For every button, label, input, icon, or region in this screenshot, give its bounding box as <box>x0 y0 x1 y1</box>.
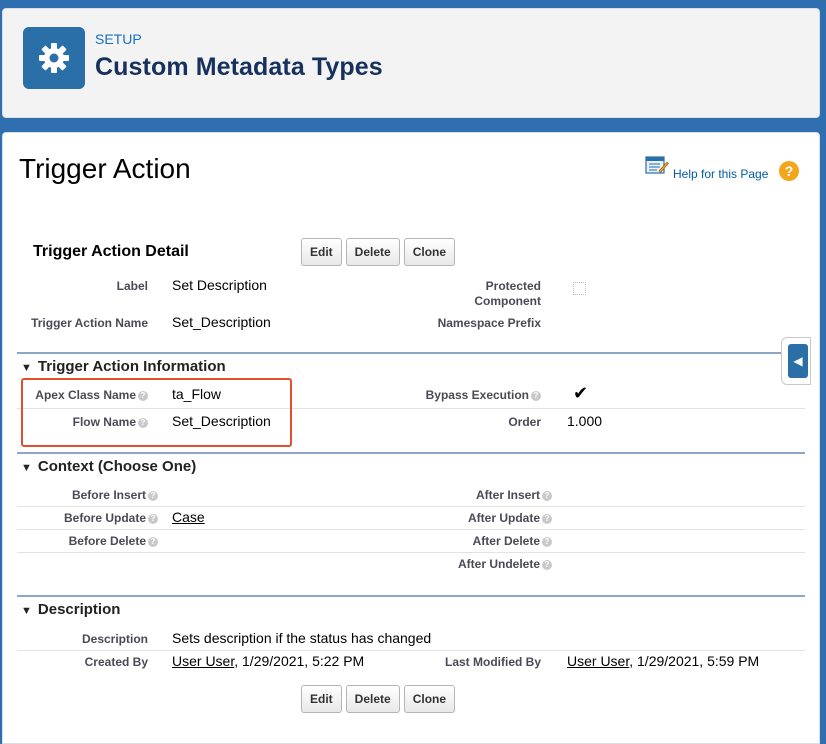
protected-component-checkbox <box>573 282 586 295</box>
help-link[interactable]: Help for this Page <box>645 155 768 181</box>
bottom-button-row: Edit Delete Clone <box>301 685 456 713</box>
info-icon[interactable]: ? <box>542 559 552 570</box>
modified-by-user-link[interactable]: User User <box>567 653 629 669</box>
description-row: Description Sets description if the stat… <box>17 629 805 651</box>
modified-by-date: , 1/29/2021, 5:59 PM <box>629 653 760 669</box>
section-title: Description <box>37 601 121 618</box>
page-header: SETUP Custom Metadata Types <box>2 8 820 118</box>
after-undelete-label: After Undelete <box>457 557 540 571</box>
context-row-delete: Before Delete? After Delete? <box>17 531 805 553</box>
after-undelete-label-wrap: After Undelete? <box>397 557 552 571</box>
description-value: Sets description if the status has chang… <box>172 630 432 646</box>
bypass-execution-checkmark-icon: ✔ <box>573 383 589 403</box>
order-label: Order <box>508 415 541 429</box>
section-description[interactable]: ▼ Description <box>17 595 805 621</box>
collapse-triangle-icon[interactable]: ▼ <box>21 605 32 617</box>
order-value: 1.000 <box>567 413 603 429</box>
info-icon[interactable]: ? <box>148 513 158 524</box>
page-title: Trigger Action <box>19 153 191 184</box>
created-by-value: User User, 1/29/2021, 5:22 PM <box>172 653 364 669</box>
before-insert-label: Before Insert <box>71 488 146 502</box>
description-label: Description <box>81 632 148 646</box>
after-delete-label-wrap: After Delete? <box>397 534 552 548</box>
trigger-action-name-value: Set_Description <box>172 314 271 330</box>
help-question-icon[interactable]: ? <box>779 161 799 181</box>
annotation-highlight-box <box>21 378 292 447</box>
after-insert-label: After Insert <box>475 488 540 502</box>
info-icon[interactable]: ? <box>148 490 158 501</box>
before-delete-label-wrap: Before Delete? <box>17 534 158 548</box>
chevron-left-icon[interactable]: ◀ <box>788 344 808 378</box>
context-row-update: Before Update? Case After Update? <box>17 508 805 530</box>
before-update-value: Case <box>172 509 205 525</box>
after-delete-label: After Delete <box>472 534 540 548</box>
info-icon[interactable]: ? <box>148 536 158 547</box>
last-modified-by-value: User User, 1/29/2021, 5:59 PM <box>567 653 759 669</box>
help-link-text[interactable]: Help for this Page <box>673 167 768 181</box>
before-insert-label-wrap: Before Insert? <box>17 488 158 502</box>
delete-button[interactable]: Delete <box>345 685 400 713</box>
before-update-label-wrap: Before Update? <box>17 511 158 525</box>
detail-title: Trigger Action Detail <box>33 243 189 260</box>
gear-icon <box>23 27 85 89</box>
after-update-label-wrap: After Update? <box>397 511 552 525</box>
audit-row: Created By User User, 1/29/2021, 5:22 PM… <box>17 652 805 674</box>
edit-button[interactable]: Edit <box>301 685 342 713</box>
before-update-label: Before Update <box>63 511 146 525</box>
edit-button[interactable]: Edit <box>301 238 342 266</box>
namespace-prefix-label: Namespace Prefix <box>437 316 541 330</box>
info-icon[interactable]: ? <box>542 513 552 524</box>
section-title: Trigger Action Information <box>37 358 226 375</box>
section-title: Context (Choose One) <box>37 458 197 475</box>
created-by-user-link[interactable]: User User <box>172 653 234 669</box>
label-field-label: Label <box>116 279 148 293</box>
section-trigger-action-information[interactable]: ▼ Trigger Action Information <box>17 352 805 378</box>
header-title: Custom Metadata Types <box>95 53 383 81</box>
collapse-triangle-icon[interactable]: ▼ <box>21 462 32 474</box>
trigger-action-name-label: Trigger Action Name <box>31 316 148 330</box>
main-panel: Trigger Action Help for this Page ? Trig… <box>2 132 820 744</box>
setup-breadcrumb[interactable]: SETUP <box>95 31 142 47</box>
last-modified-by-label: Last Modified By <box>444 655 541 669</box>
detail-row-label: Label Set Description Protected Componen… <box>17 277 805 311</box>
clone-button[interactable]: Clone <box>403 685 456 713</box>
protected-component-label: Protected Component <box>474 279 541 308</box>
context-row-undelete: After Undelete? <box>17 554 805 576</box>
clone-button[interactable]: Clone <box>403 238 456 266</box>
before-delete-label: Before Delete <box>68 534 146 548</box>
created-by-date: , 1/29/2021, 5:22 PM <box>234 653 365 669</box>
context-row-insert: Before Insert? After Insert? <box>17 485 805 507</box>
top-button-row: Edit Delete Clone <box>301 238 456 266</box>
help-document-icon <box>645 155 669 181</box>
bypass-execution-label: Bypass Execution <box>425 388 529 402</box>
delete-button[interactable]: Delete <box>345 238 400 266</box>
label-field-value: Set Description <box>172 277 267 293</box>
detail-row-name: Trigger Action Name Set_Description Name… <box>17 314 805 338</box>
after-update-label: After Update <box>467 511 540 525</box>
info-icon[interactable]: ? <box>542 536 552 547</box>
info-icon[interactable]: ? <box>531 390 541 401</box>
after-insert-label-wrap: After Insert? <box>397 488 552 502</box>
case-link[interactable]: Case <box>172 509 205 525</box>
info-icon[interactable]: ? <box>542 490 552 501</box>
collapse-triangle-icon[interactable]: ▼ <box>21 362 32 374</box>
side-panel-toggle[interactable]: ◀ <box>781 337 811 385</box>
section-context[interactable]: ▼ Context (Choose One) <box>17 452 805 478</box>
bypass-execution-label-wrap: Bypass Execution? <box>397 388 541 402</box>
created-by-label: Created By <box>84 655 148 669</box>
